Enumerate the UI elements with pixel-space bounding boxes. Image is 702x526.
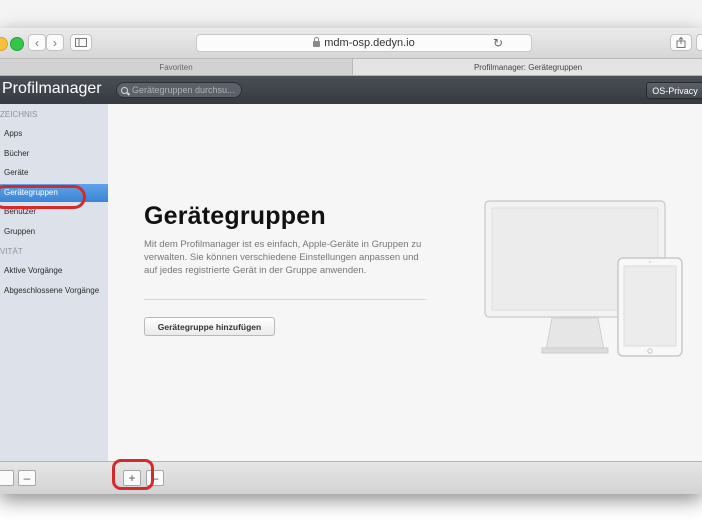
lock-icon [313,37,321,47]
search-field[interactable]: Gerätegruppen durchsu... [116,82,242,98]
chevron-left-icon: ‹ [35,35,39,50]
back-button[interactable]: ‹ [28,34,46,51]
tab-profile-manager[interactable]: Profilmanager: Gerätegruppen [352,59,702,75]
bottom-bar: – + – [0,461,702,494]
sidebar-section-library: ZEICHNIS [0,110,38,119]
address-text: mdm-osp.dedyn.io [324,37,415,49]
forward-button[interactable]: › [46,34,64,51]
address-bar[interactable]: mdm-osp.dedyn.io ↻ [196,34,532,52]
app-header: Profilmanager Gerätegruppen durchsu... O… [0,76,702,104]
sidebar: ZEICHNIS Apps Bücher Geräte Gerätegruppe… [0,104,109,461]
reload-icon[interactable]: ↻ [493,36,503,50]
page-title: Gerätegruppen [144,202,326,230]
organization-button[interactable]: OS-Privacy [646,82,702,99]
minimize-window-button[interactable] [0,37,8,51]
chevron-right-icon: › [53,35,57,50]
sidebar-item-users[interactable]: Benutzer [0,203,108,221]
browser-window: ‹ › mdm-osp.dedyn.io ↻ Favoriten Profilm… [0,28,702,494]
sidebar-item-devices[interactable]: Geräte [0,164,108,182]
tab-bar: Favoriten Profilmanager: Gerätegruppen [0,59,702,76]
sidebar-section-activity: VITÄT [0,247,23,256]
zoom-window-button[interactable] [10,37,24,51]
tab-favorites[interactable]: Favoriten [0,59,352,75]
sidebar-item-active-tasks[interactable]: Aktive Vorgänge [0,262,108,280]
main-content: Gerätegruppen Mit dem Profilmanager ist … [108,104,702,461]
page-description: Mit dem Profilmanager ist es einfach, Ap… [144,239,422,276]
sidebar-item-completed-tasks[interactable]: Abgeschlossene Vorgänge [0,282,108,300]
content-divider [144,299,426,300]
sidebar-add-button[interactable] [0,470,14,486]
browser-toolbar: ‹ › mdm-osp.dedyn.io ↻ [0,28,702,59]
sidebar-item-groups[interactable]: Gruppen [0,223,108,241]
search-placeholder: Gerätegruppen durchsu... [132,85,235,95]
share-button[interactable] [670,34,692,51]
sidebar-item-books[interactable]: Bücher [0,145,108,163]
devices-illustration-icon [484,200,683,357]
sidebar-item-device-groups[interactable]: Gerätegruppen [0,184,108,202]
remove-item-button[interactable]: – [146,470,164,486]
sidebar-toggle-button[interactable] [70,34,92,51]
share-icon [676,37,686,48]
extra-toolbar-button[interactable] [696,34,702,51]
sidebar-icon [75,38,87,47]
add-device-group-button[interactable]: Gerätegruppe hinzufügen [144,317,275,336]
search-icon [121,86,128,94]
sidebar-remove-button[interactable]: – [18,470,36,486]
app-title: Profilmanager [2,80,102,97]
add-item-button[interactable]: + [123,470,141,486]
sidebar-item-apps[interactable]: Apps [0,125,108,143]
